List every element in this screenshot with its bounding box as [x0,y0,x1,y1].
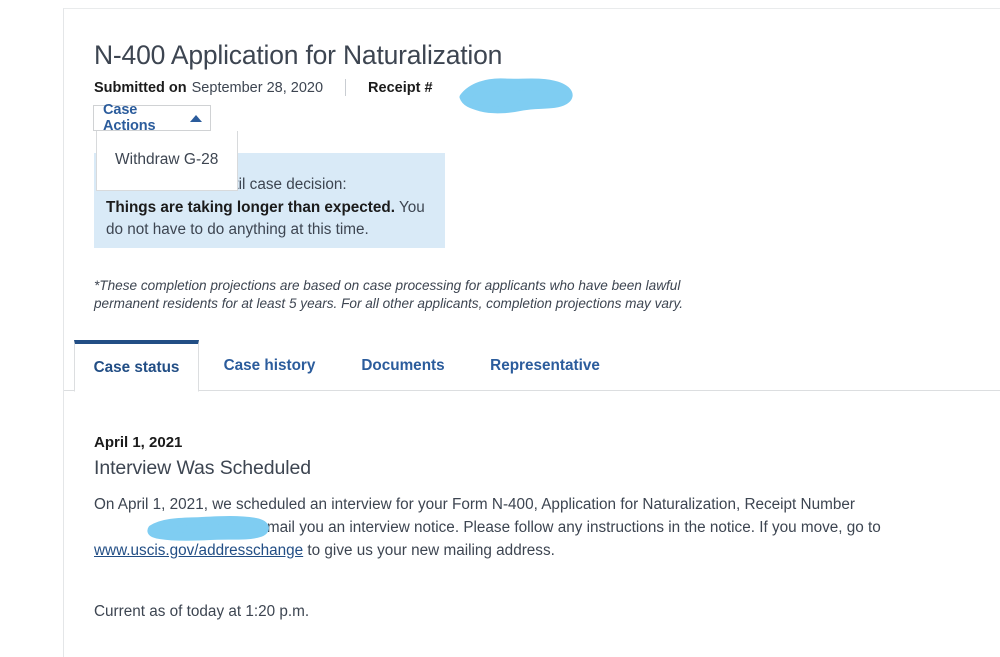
page-title: N-400 Application for Naturalization [94,40,503,70]
estimated-time-emphasis: Things are taking longer than expected. [106,198,395,216]
redaction-mark-receipt-number [459,78,573,114]
menu-item-withdraw-g28[interactable]: Withdraw G-28 [115,151,218,169]
status-entry-body: On April 1, 2021, we scheduled an interv… [94,493,894,562]
case-actions-dropdown-menu[interactable]: Withdraw G-28 [96,131,238,191]
tab-case-status[interactable]: Case status [74,340,199,392]
submitted-on-date: September 28, 2020 [191,79,324,96]
submitted-on-label: Submitted on [94,79,187,96]
case-actions-label: Case Actions [103,102,156,134]
case-tabs: Case status Case history Documents Repre… [64,340,1000,392]
tab-representative[interactable]: Representative [475,340,615,391]
status-body-part3: to give us your new mailing address. [303,542,555,559]
current-as-of-text: Current as of today at 1:20 p.m. [94,603,310,620]
status-entry-date: April 1, 2021 [94,434,183,451]
tab-documents[interactable]: Documents [347,340,459,391]
case-status-page: N-400 Application for Naturalization Sub… [0,0,1000,657]
status-body-part2: . We will mail you an interview notice. … [206,519,881,536]
tab-case-history[interactable]: Case history [207,340,332,391]
case-actions-button[interactable]: Case Actions [93,102,211,134]
projection-footnote: *These completion projections are based … [94,278,684,311]
meta-divider [345,79,347,96]
receipt-number-label: Receipt # [368,79,433,96]
page-card: N-400 Application for Naturalization Sub… [63,8,1000,657]
address-change-link[interactable]: www.uscis.gov/addresschange [94,542,303,559]
estimated-time-line2: Things are taking longer than expected. … [106,197,436,242]
case-meta-row: Submitted on September 28, 2020 Receipt … [94,79,433,96]
status-body-part1: On April 1, 2021, we scheduled an interv… [94,496,855,513]
status-entry-heading: Interview Was Scheduled [94,457,311,479]
caret-up-icon [190,114,202,122]
